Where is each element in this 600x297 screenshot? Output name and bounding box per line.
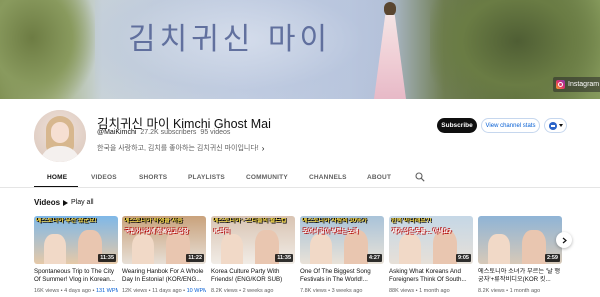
thumbnail-person xyxy=(399,234,421,264)
shelf-title: Videos xyxy=(34,198,61,207)
banner-title: 김치귀신 마이 xyxy=(128,22,332,57)
chevron-right-icon xyxy=(562,237,567,243)
thumbnail-caption: 에스토니아 사람의 30%가 xyxy=(302,218,368,224)
video-meta: 12K views • 11 days ago • 10 WPM xyxy=(122,288,206,294)
video-card[interactable]: 2:59 에스토니아 소녀가 부르는 '날 행궁자'+류작비디오(KOR 킷...… xyxy=(478,216,562,297)
thumbnail-person xyxy=(433,230,457,264)
video-title[interactable]: Spontaneous Trip to The City Of Summer! … xyxy=(34,268,118,284)
video-views: 8.2K views xyxy=(211,288,238,294)
chevron-down-icon xyxy=(558,124,563,127)
channel-tabs: HOME VIDEOS SHORTS PLAYLISTS COMMUNITY C… xyxy=(34,168,564,188)
video-views: 7.8K views xyxy=(300,288,327,294)
view-channel-stats-button[interactable]: View channel stats xyxy=(481,118,540,133)
tab-about[interactable]: ABOUT xyxy=(367,174,391,181)
thumbnail-person xyxy=(221,234,243,264)
subscriber-count: 27.2K subscribers xyxy=(140,129,197,136)
thumbnail-person xyxy=(488,234,510,264)
video-age: 3 weeks ago xyxy=(331,288,363,294)
thumbnail-caption: 에스토니아 부산 왔군요! xyxy=(36,218,97,224)
channel-description-text: 한국을 사랑하고, 김치를 좋아하는 김치귀신 마이입니다! xyxy=(97,145,259,152)
video-views: 8.2K views xyxy=(478,288,505,294)
video-views: 88K views xyxy=(389,288,415,294)
video-meta: 16K views • 4 days ago • 131 WPM xyxy=(34,288,118,294)
thumbnail-subcaption: 제가 입은 옷을 ... 아세요? xyxy=(392,229,452,235)
video-count: 95 videos xyxy=(200,129,231,136)
shelf-next-button[interactable] xyxy=(556,232,572,248)
tab-videos[interactable]: VIDEOS xyxy=(91,174,117,181)
banner-tree-left xyxy=(0,0,95,99)
tab-shorts[interactable]: SHORTS xyxy=(139,174,167,181)
video-card[interactable]: 에스토니아 - 스티플의 월드컵 K-파티 11:35 Korea Culture P… xyxy=(211,216,295,297)
video-thumbnail[interactable]: 에스토니아 사람의 30%가모여서 같이 부르는 노래 4:27 xyxy=(300,216,384,264)
video-card[interactable]: 에스토니아 학생들 처음국립어사업에 한복입고 입장 11:22 Wearing H… xyxy=(122,216,206,297)
chevron-right-icon: › xyxy=(261,143,265,153)
instagram-link-label: Instagram xyxy=(568,81,600,88)
thumbnail-subcaption: 모여서 같이 부르는 노래 xyxy=(303,229,359,235)
video-card[interactable]: 에스토니아 사람의 30%가모여서 같이 부르는 노래 4:27 One Of Th… xyxy=(300,216,384,297)
banner-figure xyxy=(374,2,406,99)
video-meta: 8.2K views • 1 month ago xyxy=(478,288,541,294)
channel-handle: @MaiKimchi xyxy=(97,129,137,136)
video-thumbnail[interactable]: 2:59 xyxy=(478,216,562,264)
video-duration: 9:05 xyxy=(455,254,471,262)
video-thumbnail[interactable]: 에스토니아 부산 왔군요! 11:35 xyxy=(34,216,118,264)
thumbnail-person xyxy=(132,234,154,264)
thumbnail-caption: 에스토니아 - 스티플의 월드컵 xyxy=(213,218,287,224)
video-title[interactable]: 에스토니아 소녀가 부르는 '날 행궁자'+류작비디오(KOR 킷... xyxy=(478,268,562,284)
video-title[interactable]: Wearing Hanbok For A Whole Day In Estoni… xyxy=(122,268,206,284)
video-title[interactable]: One Of The Biggest Song Festivals in The… xyxy=(300,268,384,284)
video-extra: 131 WPM xyxy=(95,288,118,294)
tab-home[interactable]: HOME xyxy=(47,174,67,181)
tabs-divider xyxy=(0,187,600,188)
video-duration: 11:35 xyxy=(98,254,116,262)
video-title[interactable]: Asking What Koreans And Foreigners Think… xyxy=(389,268,473,284)
thumbnail-person xyxy=(344,230,368,264)
play-all-label: Play all xyxy=(71,199,94,206)
video-thumbnail[interactable]: 한복 아니래요?! 제가 입은 옷을 ... 아세요? 9:05 xyxy=(389,216,473,264)
tab-playlists[interactable]: PLAYLISTS xyxy=(188,174,225,181)
video-age: 1 month ago xyxy=(509,288,541,294)
channel-meta: @MaiKimchi 27.2K subscribers 95 videos xyxy=(97,129,230,136)
video-duration: 11:35 xyxy=(275,254,293,262)
video-thumbnail[interactable]: 에스토니아 - 스티플의 월드컵 K-파티 11:35 xyxy=(211,216,295,264)
video-age: 1 month ago xyxy=(419,288,450,294)
thumbnail-subcaption: 국립어사업에 한복입고 입장 xyxy=(125,229,189,235)
channel-banner: 김치귀신 마이 Instagram xyxy=(0,0,600,99)
video-card[interactable]: 한복 아니래요?! 제가 입은 옷을 ... 아세요? 9:05 Asking Wha… xyxy=(389,216,473,297)
video-meta: 7.8K views • 3 weeks ago xyxy=(300,288,363,294)
thumbnail-person xyxy=(310,234,332,264)
search-icon[interactable] xyxy=(415,172,425,182)
video-age: 4 days ago xyxy=(64,288,91,294)
play-all-button[interactable]: Play all xyxy=(63,197,94,208)
video-duration: 11:22 xyxy=(186,254,204,262)
tab-community[interactable]: COMMUNITY xyxy=(246,174,288,181)
video-duration: 2:59 xyxy=(544,254,560,262)
thumbnail-subcaption: K-파티 xyxy=(214,229,230,235)
video-age: 2 weeks ago xyxy=(242,288,274,294)
video-thumbnail[interactable]: 에스토니아 학생들 처음국립어사업에 한복입고 입장 11:22 xyxy=(122,216,206,264)
video-views: 12K views xyxy=(122,288,148,294)
thumbnail-person xyxy=(522,230,546,264)
video-duration: 4:27 xyxy=(366,254,382,262)
video-views: 16K views xyxy=(34,288,60,294)
video-meta: 8.2K views • 2 weeks ago xyxy=(211,288,274,294)
video-age: 11 days ago xyxy=(152,288,182,294)
play-icon xyxy=(63,199,68,206)
subscribe-button[interactable]: Subscribe xyxy=(437,118,477,133)
thumbnail-caption: 에스토니아 학생들 처음 xyxy=(124,218,183,224)
video-meta: 88K views • 1 month ago xyxy=(389,288,450,294)
thumbnail-person xyxy=(44,234,66,264)
tab-channels[interactable]: CHANNELS xyxy=(309,174,347,181)
video-card[interactable]: 에스토니아 부산 왔군요! 11:35 Spontaneous Trip to Th… xyxy=(34,216,118,297)
instagram-icon xyxy=(556,80,565,89)
video-title[interactable]: Korea Culture Party With Friends! (ENG/K… xyxy=(211,268,295,284)
instagram-link[interactable]: Instagram xyxy=(553,77,600,92)
channel-avatar[interactable] xyxy=(34,110,86,162)
channel-options-button[interactable] xyxy=(544,118,567,133)
korea-flag-icon xyxy=(548,121,557,130)
video-extra: 10 WPM xyxy=(186,288,206,294)
thumbnail-caption: 한복 아니래요?! xyxy=(391,218,432,224)
channel-description[interactable]: 한국을 사랑하고, 김치를 좋아하는 김치귀신 마이입니다! › xyxy=(97,143,264,153)
